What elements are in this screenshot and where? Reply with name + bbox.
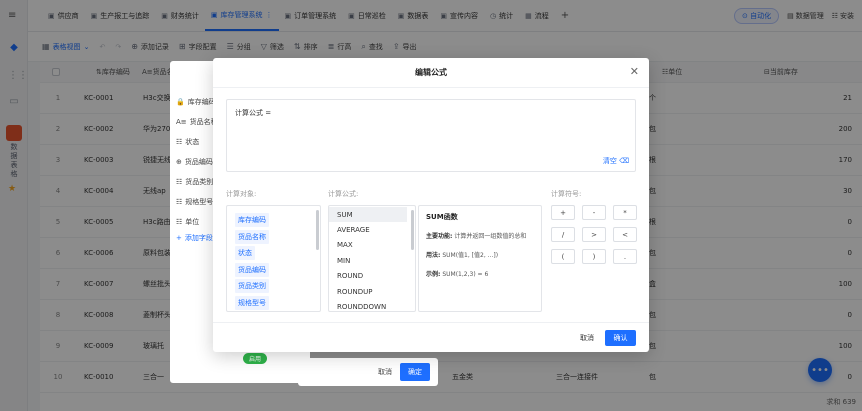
popover-item-label: 单位 <box>185 218 200 226</box>
confirm-button[interactable]: 确认 <box>605 330 636 346</box>
formulas-section-label: 计算公式: <box>328 190 359 198</box>
function-item[interactable]: MIN <box>329 253 407 268</box>
popover-item-label: 库存编码 <box>187 98 216 106</box>
usage-label: 用法: <box>426 252 441 259</box>
edit-formula-modal: 编辑公式 ✕ 计算公式 = 清空 ⌫ 计算对象: 计算公式: 计算符号: 库存编… <box>213 58 649 352</box>
example-label: 示例: <box>426 271 441 278</box>
modal-title: 编辑公式 <box>213 58 649 88</box>
example-text: SUM(1,2,3) = 6 <box>442 271 489 278</box>
function-item[interactable]: ROUNDDOWN <box>329 299 407 311</box>
object-item[interactable]: 库存编码 <box>235 213 269 227</box>
function-main: 主要功能: 计算并返回一组数值的总和 <box>426 231 534 240</box>
formula-label: 计算公式 = <box>235 109 272 117</box>
function-title: SUM函数 <box>426 213 458 221</box>
operators-section-label: 计算符号: <box>551 190 582 198</box>
object-item[interactable]: 货品编码 <box>235 262 269 277</box>
function-item[interactable]: SUM <box>329 207 407 222</box>
object-item[interactable]: 状态 <box>235 246 255 260</box>
clear-label: 清空 <box>602 157 617 165</box>
close-icon[interactable]: ✕ <box>630 66 639 78</box>
operator-button[interactable]: + <box>551 205 575 220</box>
function-example: 示例: SUM(1,2,3) = 6 <box>426 269 534 278</box>
popover-item[interactable]: ☷ 货品类别 <box>176 177 213 187</box>
objects-scrollbar[interactable] <box>316 210 319 250</box>
status-tag: 启用 <box>243 353 268 364</box>
function-item[interactable]: ROUND <box>329 269 407 284</box>
formula-editor[interactable]: 计算公式 = 清空 ⌫ <box>226 99 636 172</box>
popover-item[interactable]: A≡ 货品名称 <box>176 117 218 127</box>
objects-list[interactable]: 库存编码货品名称状态货品编码货品类别规格型号 <box>226 205 321 312</box>
popover-cancel-button[interactable]: 取消 <box>378 367 392 377</box>
backspace-icon: ⌫ <box>619 157 629 165</box>
popover-item[interactable]: ☷ 规格型号 <box>176 197 213 207</box>
functions-list[interactable]: SUM AVERAGE MAX MIN ROUND ROUNDUP ROUNDDOWN <box>328 205 416 312</box>
function-item[interactable]: ROUNDUP <box>329 284 407 299</box>
popover-item-label: 状态 <box>185 138 200 146</box>
popover-item-label: 规格型号 <box>185 198 214 206</box>
popover-item[interactable]: ☷ 单位 <box>176 217 199 227</box>
popover-item[interactable]: ⊕ 货品编码 <box>176 157 213 167</box>
main-text: 计算并返回一组数值的总和 <box>454 233 527 240</box>
operator-button[interactable]: * <box>613 205 637 220</box>
lock-icon: 🔒 <box>176 98 185 106</box>
usage-text: SUM(值1, [值2, ...]) <box>442 252 499 259</box>
function-description: SUM函数 主要功能: 计算并返回一组数值的总和 用法: SUM(值1, [值2… <box>418 205 542 312</box>
popover-item[interactable]: ☷ 状态 <box>176 137 199 147</box>
operator-button[interactable]: - <box>582 205 606 220</box>
object-item[interactable]: 货品名称 <box>235 229 269 244</box>
function-usage: 用法: SUM(值1, [值2, ...]) <box>426 250 534 259</box>
object-item[interactable]: 货品类别 <box>235 279 269 293</box>
clear-button[interactable]: 清空 ⌫ <box>603 156 629 166</box>
object-item[interactable]: 规格型号 <box>235 295 269 310</box>
operator-button[interactable]: > <box>582 227 606 242</box>
function-item[interactable]: AVERAGE <box>329 222 407 237</box>
objects-section-label: 计算对象: <box>226 190 257 198</box>
modal-footer: 取消 确认 <box>213 322 649 352</box>
main-label: 主要功能: <box>426 233 453 240</box>
function-item[interactable]: MAX <box>329 238 407 253</box>
popover-item-label: 货品类别 <box>185 178 214 186</box>
operator-button[interactable]: < <box>613 227 637 242</box>
operator-button[interactable]: . <box>613 249 637 264</box>
cancel-button[interactable]: 取消 <box>573 330 601 346</box>
popover-actions: 取消 确定 <box>298 358 438 386</box>
popover-ok-button[interactable]: 确定 <box>400 363 430 381</box>
operator-button[interactable]: ( <box>551 249 575 264</box>
popover-item-label: 货品编码 <box>184 158 213 166</box>
add-field-link[interactable]: + 添加字段 <box>176 233 213 243</box>
operator-button[interactable]: ) <box>582 249 606 264</box>
operator-button[interactable]: / <box>551 227 575 242</box>
functions-scrollbar[interactable] <box>411 210 414 250</box>
add-field-label: 添加字段 <box>184 234 213 242</box>
popover-item[interactable]: 🔒 库存编码 <box>176 97 216 107</box>
